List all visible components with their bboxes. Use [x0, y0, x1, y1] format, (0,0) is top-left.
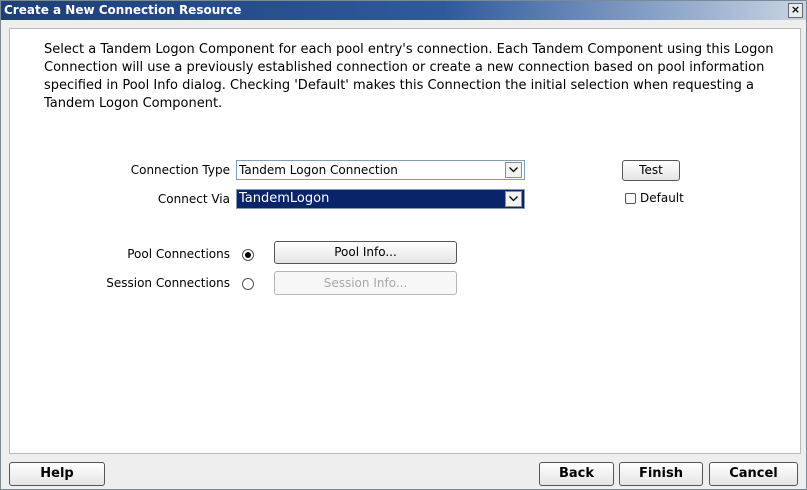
connect-via-label: Connect Via [157, 192, 230, 206]
connection-type-label: Connection Type [130, 163, 230, 177]
window-title: Create a New Connection Resource [4, 3, 242, 17]
connection-type-value: Tandem Logon Connection [239, 163, 398, 177]
radio-dot-icon [245, 252, 251, 258]
cancel-button[interactable]: Cancel [709, 462, 798, 486]
finish-button[interactable]: Finish [619, 462, 703, 486]
connect-via-value: TandemLogon [239, 191, 330, 206]
dialog-window: Create a New Connection Resource × Selec… [0, 0, 807, 490]
chevron-down-icon[interactable] [505, 162, 522, 178]
close-icon: × [790, 3, 801, 16]
test-button[interactable]: Test [622, 160, 680, 181]
pool-connections-label: Pool Connections [127, 247, 230, 261]
default-checkbox[interactable] [625, 193, 636, 204]
chevron-down-icon[interactable] [505, 191, 522, 207]
default-label: Default [640, 191, 684, 205]
session-info-button: Session Info... [274, 271, 457, 295]
pool-connections-radio[interactable] [242, 249, 254, 261]
help-button[interactable]: Help [9, 462, 105, 486]
close-button[interactable]: × [788, 3, 803, 18]
back-button[interactable]: Back [539, 462, 614, 486]
title-bar: Create a New Connection Resource × [1, 1, 806, 20]
pool-info-button[interactable]: Pool Info... [274, 241, 457, 264]
content-panel: Select a Tandem Logon Component for each… [9, 28, 801, 454]
description-text: Select a Tandem Logon Component for each… [44, 42, 774, 111]
session-connections-label: Session Connections [106, 276, 230, 290]
connect-via-select[interactable]: TandemLogon [236, 189, 525, 209]
session-connections-radio[interactable] [242, 278, 254, 290]
connection-type-select[interactable]: Tandem Logon Connection [236, 160, 525, 180]
